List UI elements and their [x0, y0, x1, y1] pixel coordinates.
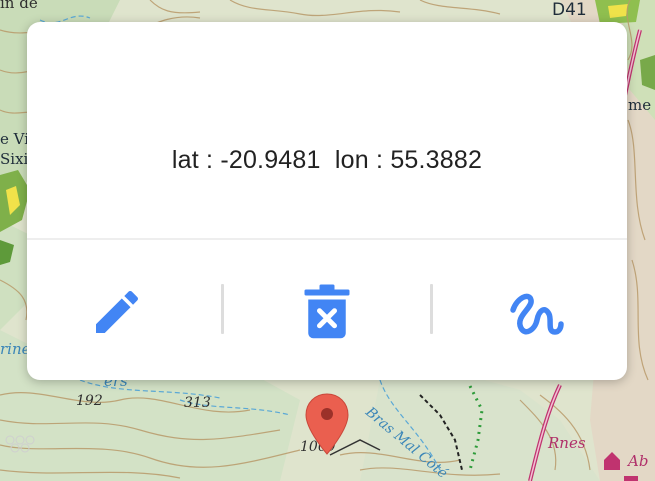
edit-button[interactable]	[77, 272, 157, 352]
longitude-value: 55.3882	[390, 146, 483, 174]
trash-icon	[304, 284, 350, 339]
draw-button[interactable]	[495, 272, 575, 352]
map-label: me	[628, 96, 652, 114]
longitude-label: lon :	[334, 146, 391, 174]
map-label: Ab	[628, 452, 649, 470]
map-label: rine	[0, 340, 31, 358]
latitude-label: lat :	[171, 146, 221, 174]
latitude-value: -20.9481	[220, 146, 321, 174]
delete-button[interactable]	[287, 272, 367, 352]
pencil-icon	[96, 290, 139, 333]
map-label-elevation: 313	[184, 395, 211, 411]
map-label-elevation: 192	[76, 393, 103, 409]
coordinates-text: lat : -20.9481 lon : 55.3882	[27, 146, 627, 175]
map-label: e Vi	[0, 130, 30, 148]
map-label: in de	[0, 0, 38, 12]
map-label: Rnes	[548, 434, 586, 452]
action-separator	[430, 284, 433, 334]
map-pin-icon	[305, 393, 349, 455]
popup-divider	[27, 238, 627, 240]
map-label-road: D41	[552, 0, 587, 20]
squiggle-icon	[510, 293, 564, 335]
location-marker[interactable]	[304, 392, 350, 456]
action-separator	[221, 284, 224, 334]
location-popup: lat : -20.9481 lon : 55.3882	[27, 22, 627, 380]
